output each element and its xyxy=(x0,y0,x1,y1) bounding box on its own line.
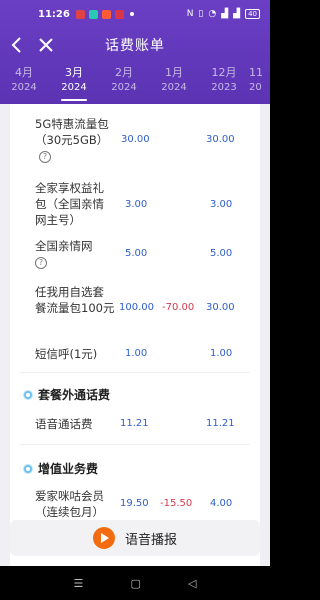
app-notification-icon xyxy=(114,9,124,19)
app-notification-icon xyxy=(101,9,111,19)
voice-broadcast-button[interactable]: 语音播报 xyxy=(10,520,260,556)
amount-discount: -15.50 xyxy=(160,498,193,509)
item-name: 任我用自选套餐流量包100元 xyxy=(35,285,115,315)
amount-final: 11.21 xyxy=(206,418,235,429)
back-arrow-icon[interactable] xyxy=(8,35,26,55)
signal2-icon: ▟ xyxy=(233,9,241,19)
section-title: 套餐外通话费 xyxy=(24,386,110,403)
section-dot-icon xyxy=(24,390,32,399)
amount-final: 30.00 xyxy=(206,134,235,145)
tab-month[interactable]: 11 20 xyxy=(249,66,279,104)
item-name: 短信呼(1元) xyxy=(35,347,98,361)
item-name: 爱家咪咕会员（连续包月） xyxy=(35,489,104,519)
voice-broadcast-label: 语音播报 xyxy=(124,532,177,548)
amount-original: 11.21 xyxy=(120,418,149,429)
status-time: 11:26 xyxy=(38,8,70,20)
play-icon xyxy=(92,527,115,549)
app-notification-icon xyxy=(88,9,98,19)
app-notification-icon xyxy=(75,9,85,19)
section-title: 增值业务费 xyxy=(24,460,98,477)
more-notifications-icon xyxy=(129,12,134,16)
wifi-icon: ◔ xyxy=(208,9,217,19)
amount-discount: -70.00 xyxy=(162,302,195,313)
amount-final: 5.00 xyxy=(210,248,233,259)
help-icon[interactable]: ? xyxy=(35,256,47,269)
amount-original: 3.00 xyxy=(125,199,148,210)
tab-month[interactable]: 4月 2024 xyxy=(0,66,49,104)
tab-month[interactable]: 12月 2023 xyxy=(199,66,249,104)
amount-original: 1.00 xyxy=(125,348,148,359)
header: 11:26 N ▯ ◔ ▟ ▟ 40 话费账单 4月2024 3月2024 xyxy=(0,0,270,104)
system-nav-bar: ☰ ▢ ◁ xyxy=(0,566,270,600)
tab-month-active[interactable]: 3月 2024 xyxy=(49,66,99,104)
bill-content[interactable]: 5G特惠流量包（30元5GB）? 30.00 30.00 全家享权益礼包（全国亲… xyxy=(0,104,270,566)
section-dot-icon xyxy=(24,464,32,473)
divider xyxy=(20,444,250,445)
amount-final: 30.00 xyxy=(206,302,235,313)
amount-original: 100.00 xyxy=(119,302,154,313)
menu-icon[interactable]: ☰ xyxy=(74,577,84,590)
bill-card: 5G特惠流量包（30元5GB）? 30.00 30.00 全家享权益礼包（全国亲… xyxy=(10,104,260,566)
item-name: 全国亲情网 xyxy=(35,239,93,253)
tab-month[interactable]: 2月 2024 xyxy=(99,66,149,104)
back-icon[interactable]: ◁ xyxy=(188,577,196,590)
amount-final: 4.00 xyxy=(210,498,233,509)
item-name: 全家享权益礼包（全国亲情网主号） xyxy=(35,181,104,227)
help-icon[interactable]: ? xyxy=(39,150,51,163)
nfc-icon: N xyxy=(186,9,194,19)
item-name: 语音通话费 xyxy=(35,417,93,431)
amount-original: 19.50 xyxy=(120,498,149,509)
tab-month[interactable]: 1月 2024 xyxy=(149,66,199,104)
vibrate-icon: ▯ xyxy=(198,9,204,19)
amount-original: 5.00 xyxy=(125,248,148,259)
nav-bar: 话费账单 xyxy=(0,30,270,60)
signal-icon: ▟ xyxy=(221,9,229,19)
close-icon[interactable] xyxy=(36,35,56,55)
item-name: 5G特惠流量包（30元5GB） xyxy=(35,117,109,147)
amount-final: 1.00 xyxy=(210,348,233,359)
amount-original: 30.00 xyxy=(121,134,150,145)
month-tabs: 4月 2024 3月 2024 2月 2024 1月 2024 12月 2023 11 20 xyxy=(0,66,270,104)
battery-icon: 40 xyxy=(245,9,260,19)
divider xyxy=(20,372,250,373)
amount-final: 3.00 xyxy=(210,199,233,210)
home-icon[interactable]: ▢ xyxy=(130,577,140,590)
status-bar: 11:26 N ▯ ◔ ▟ ▟ 40 xyxy=(0,0,270,28)
